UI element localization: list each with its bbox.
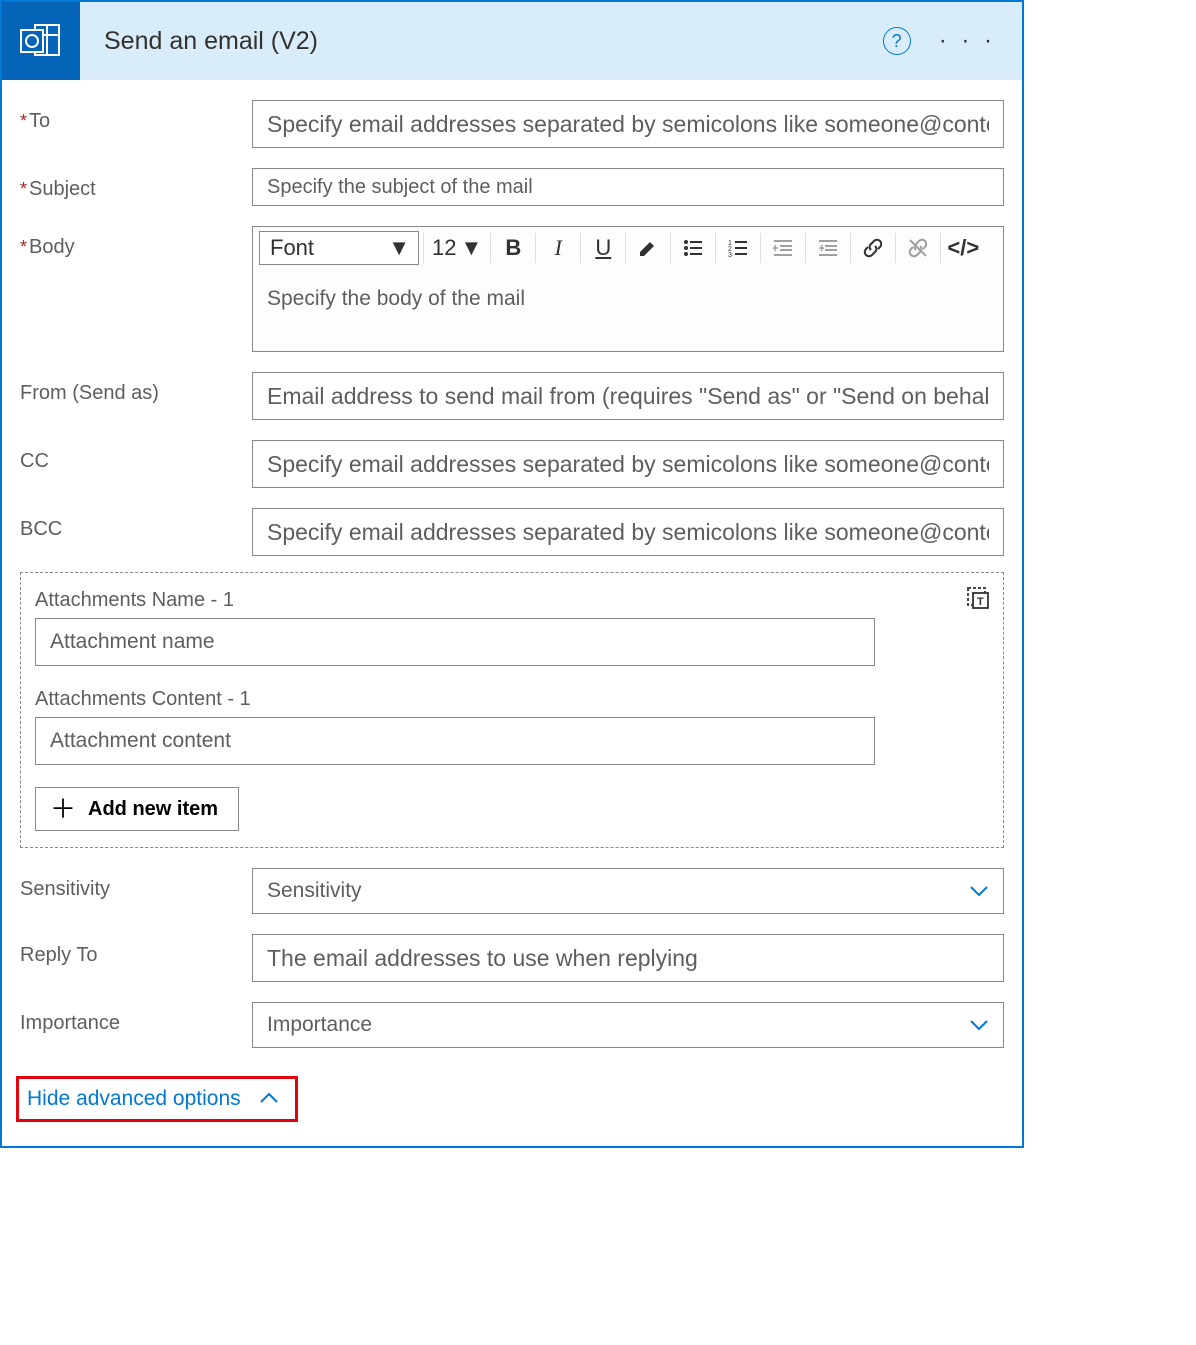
body-input[interactable]: Specify the body of the mail	[253, 269, 1003, 351]
label-cc: CC	[20, 440, 252, 473]
rte-highlight-button[interactable]	[630, 231, 666, 265]
add-new-item-label: Add new item	[88, 798, 218, 821]
advanced-options-footer: Hide advanced options	[2, 1072, 1022, 1132]
replyto-input[interactable]	[252, 934, 1004, 982]
rte-indent-button[interactable]	[810, 231, 846, 265]
subject-input[interactable]	[252, 168, 1004, 206]
rte-size-label: 12	[432, 235, 456, 261]
row-bcc: BCC	[2, 488, 1022, 556]
chevron-up-icon	[259, 1087, 279, 1111]
action-card: Send an email (V2) ? · · · To Subject Bo…	[0, 0, 1024, 1148]
label-subject: Subject	[20, 168, 252, 201]
help-icon[interactable]: ?	[883, 27, 911, 55]
chevron-down-icon	[969, 1012, 989, 1038]
sensitivity-placeholder: Sensitivity	[267, 879, 362, 903]
label-importance: Importance	[20, 1002, 252, 1035]
row-subject: Subject	[2, 148, 1022, 206]
label-replyto: Reply To	[20, 934, 252, 967]
svg-text:3: 3	[728, 252, 732, 259]
attachment-content-label: Attachments Content - 1	[35, 688, 989, 711]
from-input[interactable]	[252, 372, 1004, 420]
add-new-item-button[interactable]: ＋ Add new item	[35, 787, 239, 831]
attachment-content-input[interactable]	[35, 717, 875, 765]
rte-unlink-button[interactable]	[900, 231, 936, 265]
caret-down-icon: ▼	[388, 235, 410, 261]
label-to: To	[20, 100, 252, 133]
rte-font-select[interactable]: Font ▼	[259, 231, 419, 265]
to-input[interactable]	[252, 100, 1004, 148]
label-bcc: BCC	[20, 508, 252, 541]
attachment-name-label: Attachments Name - 1	[35, 589, 989, 612]
more-menu-icon[interactable]: · · ·	[939, 27, 1002, 55]
rte-number-list-button[interactable]: 123	[720, 231, 756, 265]
row-from: From (Send as)	[2, 352, 1022, 420]
rte-outdent-button[interactable]	[765, 231, 801, 265]
card-title: Send an email (V2)	[104, 27, 883, 56]
rte-underline-button[interactable]: U	[585, 231, 621, 265]
row-replyto: Reply To	[2, 914, 1022, 982]
row-sensitivity: Sensitivity Sensitivity	[2, 848, 1022, 914]
cc-input[interactable]	[252, 440, 1004, 488]
sensitivity-select[interactable]: Sensitivity	[252, 868, 1004, 914]
importance-select[interactable]: Importance	[252, 1002, 1004, 1048]
hide-advanced-options-toggle[interactable]: Hide advanced options	[16, 1076, 298, 1122]
rte-toolbar: Font ▼ 12 ▼ B I U	[253, 227, 1003, 269]
row-body: Body Font ▼ 12 ▼ B	[2, 206, 1022, 352]
label-from: From (Send as)	[20, 372, 252, 405]
rte-code-view-button[interactable]: </>	[945, 231, 981, 265]
card-header: Send an email (V2) ? · · ·	[2, 2, 1022, 80]
chevron-down-icon	[969, 878, 989, 904]
row-importance: Importance Importance	[2, 982, 1022, 1048]
rte-size-select[interactable]: 12 ▼	[428, 235, 486, 261]
card-body: To Subject Body Font ▼	[2, 80, 1022, 1132]
rte-link-button[interactable]	[855, 231, 891, 265]
label-body: Body	[20, 226, 252, 259]
svg-text:T: T	[977, 596, 984, 608]
bcc-input[interactable]	[252, 508, 1004, 556]
rte-bullet-list-button[interactable]	[675, 231, 711, 265]
rte-bold-button[interactable]: B	[495, 231, 531, 265]
hide-advanced-options-label: Hide advanced options	[27, 1087, 241, 1111]
label-sensitivity: Sensitivity	[20, 868, 252, 901]
rte-font-label: Font	[270, 235, 314, 261]
switch-to-array-input-icon[interactable]: T	[965, 585, 991, 611]
caret-down-icon: ▼	[460, 235, 482, 261]
importance-placeholder: Importance	[267, 1013, 372, 1037]
row-to: To	[2, 80, 1022, 148]
header-actions: ? · · ·	[883, 27, 1022, 55]
rte-italic-button[interactable]: I	[540, 231, 576, 265]
row-cc: CC	[2, 420, 1022, 488]
attachments-array: T Attachments Name - 1 Attachments Conte…	[20, 572, 1004, 848]
attachment-name-input[interactable]	[35, 618, 875, 666]
plus-icon: ＋	[50, 796, 76, 822]
rich-text-editor: Font ▼ 12 ▼ B I U	[252, 226, 1004, 352]
outlook-icon	[2, 2, 80, 80]
